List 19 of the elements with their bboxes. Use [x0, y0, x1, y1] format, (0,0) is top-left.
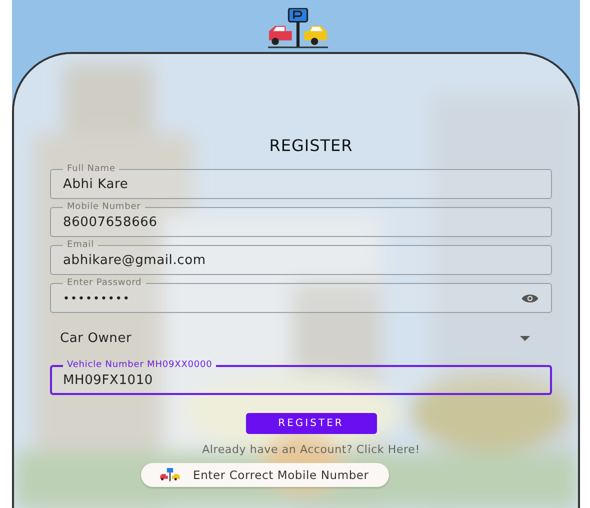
field-label: Full Name [66, 165, 116, 174]
eye-icon[interactable] [521, 292, 539, 304]
toast-message: Enter Correct Mobile Number [141, 463, 389, 487]
register-button[interactable]: REGISTER [246, 413, 376, 434]
field-value: 86007658666 [63, 214, 158, 230]
field-value: MH09FX1010 [63, 372, 154, 388]
field-label: Enter Password [66, 279, 143, 288]
field-label: Email [66, 241, 95, 250]
parking-cars-icon [267, 8, 329, 50]
field-label: Vehicle Number MH09XX0000 [66, 361, 214, 370]
field-value: ••••••••• [63, 292, 130, 304]
field-label: Mobile Number [66, 203, 142, 212]
field-value: abhikare@gmail.com [63, 252, 206, 268]
form-title: REGISTER [269, 136, 353, 155]
dropdown[interactable]: Car Owner [50, 323, 552, 353]
caret-icon [520, 336, 530, 340]
login-link[interactable]: Already have an Account? Click Here! [202, 443, 420, 456]
field-value: Abhi Kare [63, 176, 128, 192]
parking-cars-icon [159, 468, 181, 482]
